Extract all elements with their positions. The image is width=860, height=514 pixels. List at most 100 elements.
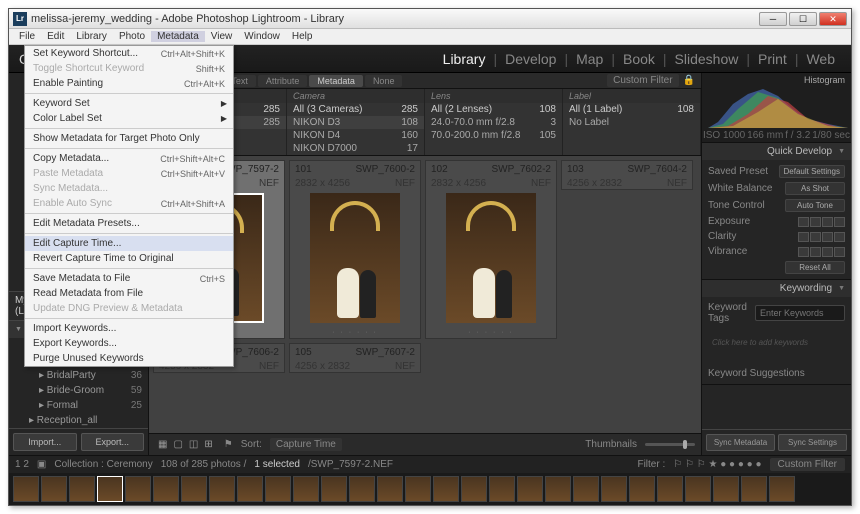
meta-filter-row[interactable]: All (1 Label)108 [563, 103, 700, 116]
grid-thumbnail[interactable]: 105SWP_7607-24256 x 2832NEF· · · · · · [289, 343, 421, 373]
filmstrip-thumb[interactable] [573, 476, 599, 502]
qd-steppers[interactable] [798, 232, 845, 242]
minimize-button[interactable]: ─ [759, 12, 787, 26]
filmstrip-thumb[interactable] [545, 476, 571, 502]
menu-photo[interactable]: Photo [113, 31, 151, 42]
custom-filter-dropdown[interactable]: Custom Filter [607, 74, 678, 87]
filmstrip-thumb[interactable] [13, 476, 39, 502]
filmstrip-thumb[interactable] [69, 476, 95, 502]
collection-item[interactable]: ▸ Bride-Groom59 [9, 383, 148, 398]
module-print[interactable]: Print [752, 51, 793, 67]
sync-metadata-button[interactable]: Sync Metadata [706, 434, 775, 451]
module-web[interactable]: Web [800, 51, 841, 67]
filmstrip-thumb[interactable] [97, 476, 123, 502]
filmstrip-thumb[interactable] [265, 476, 291, 502]
reset-all-button[interactable]: Reset All [785, 261, 845, 274]
qd-control[interactable]: As Shot [785, 182, 845, 195]
menu-item[interactable]: Import Keywords... [25, 321, 233, 336]
grid-thumbnail[interactable]: 102SWP_7602-22832 x 4256NEF· · · · · · [425, 160, 557, 339]
meta-filter-row[interactable]: NIKON D3108 [287, 116, 424, 129]
flag-filter-icons[interactable]: ⚐ ⚐ ⚐ ★ ● ● ● ● ● [673, 459, 761, 470]
filmstrip-thumb[interactable] [517, 476, 543, 502]
grid-thumbnail[interactable]: 101SWP_7600-22832 x 4256NEF· · · · · · [289, 160, 421, 339]
menu-item[interactable]: Color Label Set▶ [25, 111, 233, 126]
qd-control[interactable]: Default Settings [779, 165, 845, 178]
filmstrip-thumb[interactable] [713, 476, 739, 502]
qd-control[interactable]: Auto Tone [785, 199, 845, 212]
meta-filter-row[interactable]: All (2 Lenses)108 [425, 103, 562, 116]
close-button[interactable]: ✕ [819, 12, 847, 26]
filmstrip-thumb[interactable] [405, 476, 431, 502]
menu-item[interactable]: Export Keywords... [25, 336, 233, 351]
filmstrip-thumb[interactable] [461, 476, 487, 502]
filmstrip-thumb[interactable] [657, 476, 683, 502]
filmstrip-thumb[interactable] [377, 476, 403, 502]
flag-icon[interactable]: ⚑ [224, 439, 233, 450]
meta-filter-row[interactable]: No Label [563, 116, 700, 129]
meta-filter-row[interactable]: NIKON D700017 [287, 142, 424, 155]
menu-item[interactable]: Revert Capture Time to Original [25, 251, 233, 266]
filmstrip-thumb[interactable] [41, 476, 67, 502]
filmstrip-thumb[interactable] [153, 476, 179, 502]
filmstrip[interactable] [9, 473, 851, 505]
filter-tab-attribute[interactable]: Attribute [258, 75, 308, 87]
filter-tab-none[interactable]: None [365, 75, 403, 87]
sort-dropdown[interactable]: Capture Time [270, 438, 342, 451]
menu-item[interactable]: Edit Capture Time... [25, 236, 233, 251]
module-map[interactable]: Map [570, 51, 609, 67]
filmstrip-thumb[interactable] [125, 476, 151, 502]
menu-item[interactable]: Read Metadata from File [25, 286, 233, 301]
thumbnail-size-slider[interactable] [645, 443, 695, 446]
filmstrip-thumb[interactable] [237, 476, 263, 502]
filmstrip-thumb[interactable] [349, 476, 375, 502]
filmstrip-thumb[interactable] [685, 476, 711, 502]
menu-item[interactable]: Save Metadata to FileCtrl+S [25, 271, 233, 286]
qd-steppers[interactable] [798, 217, 845, 227]
meta-filter-row[interactable]: 70.0-200.0 mm f/2.8105 [425, 129, 562, 142]
menu-view[interactable]: View [205, 31, 239, 42]
filmstrip-thumb[interactable] [741, 476, 767, 502]
filmstrip-thumb[interactable] [489, 476, 515, 502]
menu-item[interactable]: Purge Unused Keywords [25, 351, 233, 366]
menu-file[interactable]: File [13, 31, 41, 42]
menu-item[interactable]: Enable PaintingCtrl+Alt+K [25, 76, 233, 91]
filter-tab-metadata[interactable]: Metadata [309, 75, 363, 87]
meta-filter-row[interactable]: NIKON D4160 [287, 129, 424, 142]
menu-metadata[interactable]: Metadata [151, 31, 205, 42]
view-mode-icons[interactable]: ▦▢◫⊞ [155, 439, 216, 450]
menu-window[interactable]: Window [238, 31, 286, 42]
filmstrip-thumb[interactable] [181, 476, 207, 502]
filter-lock-icon[interactable]: 🔒 [683, 75, 695, 86]
menu-item[interactable]: Show Metadata for Target Photo Only [25, 131, 233, 146]
qd-steppers[interactable] [798, 247, 845, 257]
import-button[interactable]: Import... [13, 433, 77, 451]
menu-item[interactable]: Set Keyword Shortcut...Ctrl+Alt+Shift+K [25, 46, 233, 61]
keyword-add-hint[interactable]: Click here to add keywords [708, 326, 845, 366]
filmstrip-thumb[interactable] [601, 476, 627, 502]
filmstrip-thumb[interactable] [769, 476, 795, 502]
menu-item[interactable]: Edit Metadata Presets... [25, 216, 233, 231]
module-library[interactable]: Library [437, 51, 492, 67]
module-book[interactable]: Book [617, 51, 661, 67]
collection-item[interactable]: ▸ BridalParty36 [9, 368, 148, 383]
keyword-input[interactable] [755, 305, 845, 321]
collection-item[interactable]: ▸ Reception_all [9, 413, 148, 428]
menu-item[interactable]: Keyword Set▶ [25, 96, 233, 111]
menu-item[interactable]: Copy Metadata...Ctrl+Shift+Alt+C [25, 151, 233, 166]
module-slideshow[interactable]: Slideshow [669, 51, 745, 67]
page-nav[interactable]: 1 2 [15, 459, 29, 470]
filmstrip-thumb[interactable] [293, 476, 319, 502]
stack-icon[interactable]: ▣ [37, 459, 46, 470]
export-button[interactable]: Export... [81, 433, 145, 451]
sync-settings-button[interactable]: Sync Settings [778, 434, 847, 451]
maximize-button[interactable]: ☐ [789, 12, 817, 26]
menu-edit[interactable]: Edit [41, 31, 70, 42]
menu-help[interactable]: Help [286, 31, 319, 42]
filmstrip-thumb[interactable] [629, 476, 655, 502]
filmstrip-thumb[interactable] [433, 476, 459, 502]
collection-item[interactable]: ▸ Formal25 [9, 398, 148, 413]
custom-filter-select[interactable]: Custom Filter [770, 458, 845, 471]
module-develop[interactable]: Develop [499, 51, 562, 67]
meta-filter-row[interactable]: 24.0-70.0 mm f/2.83 [425, 116, 562, 129]
filmstrip-thumb[interactable] [209, 476, 235, 502]
